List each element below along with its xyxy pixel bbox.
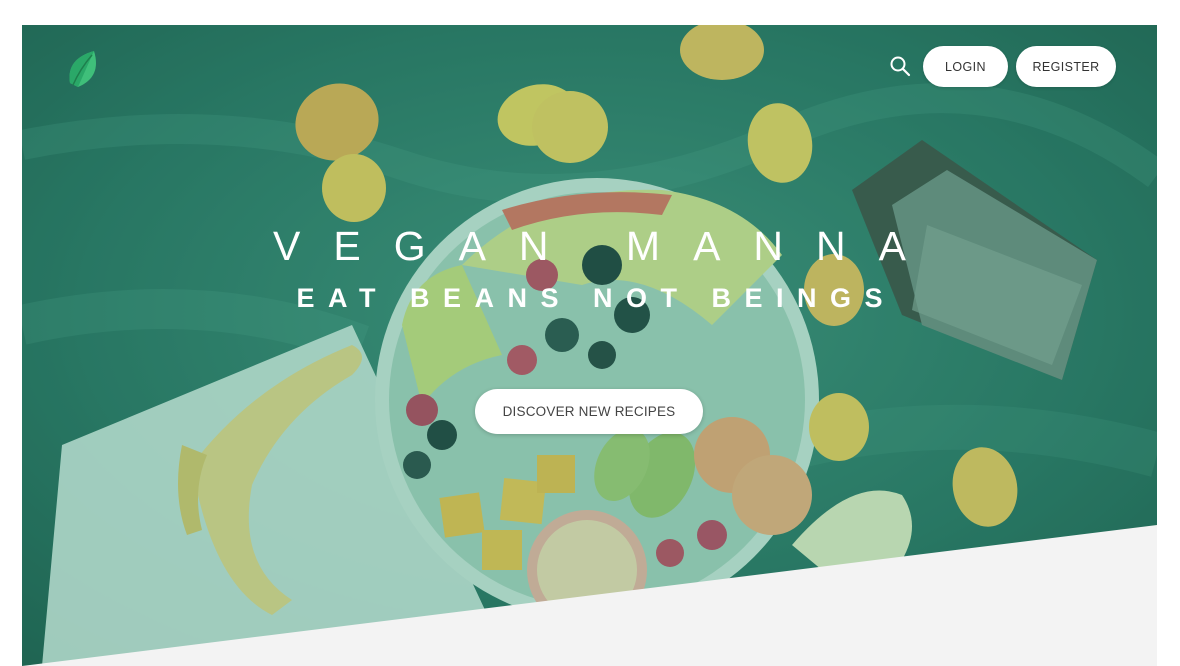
discover-recipes-button[interactable]: DISCOVER NEW RECIPES — [475, 389, 703, 434]
search-icon[interactable] — [888, 54, 912, 78]
hero-section: LOGIN REGISTER VEGAN MANNA EAT BEANS NOT… — [22, 25, 1157, 666]
login-button[interactable]: LOGIN — [923, 46, 1008, 87]
hero-title: VEGAN MANNA — [273, 223, 939, 269]
hero-subtitle: EAT BEANS NOT BEINGS — [296, 283, 897, 313]
section-divider — [22, 525, 1157, 666]
leaf-icon[interactable] — [64, 47, 104, 91]
register-button[interactable]: REGISTER — [1016, 46, 1116, 87]
